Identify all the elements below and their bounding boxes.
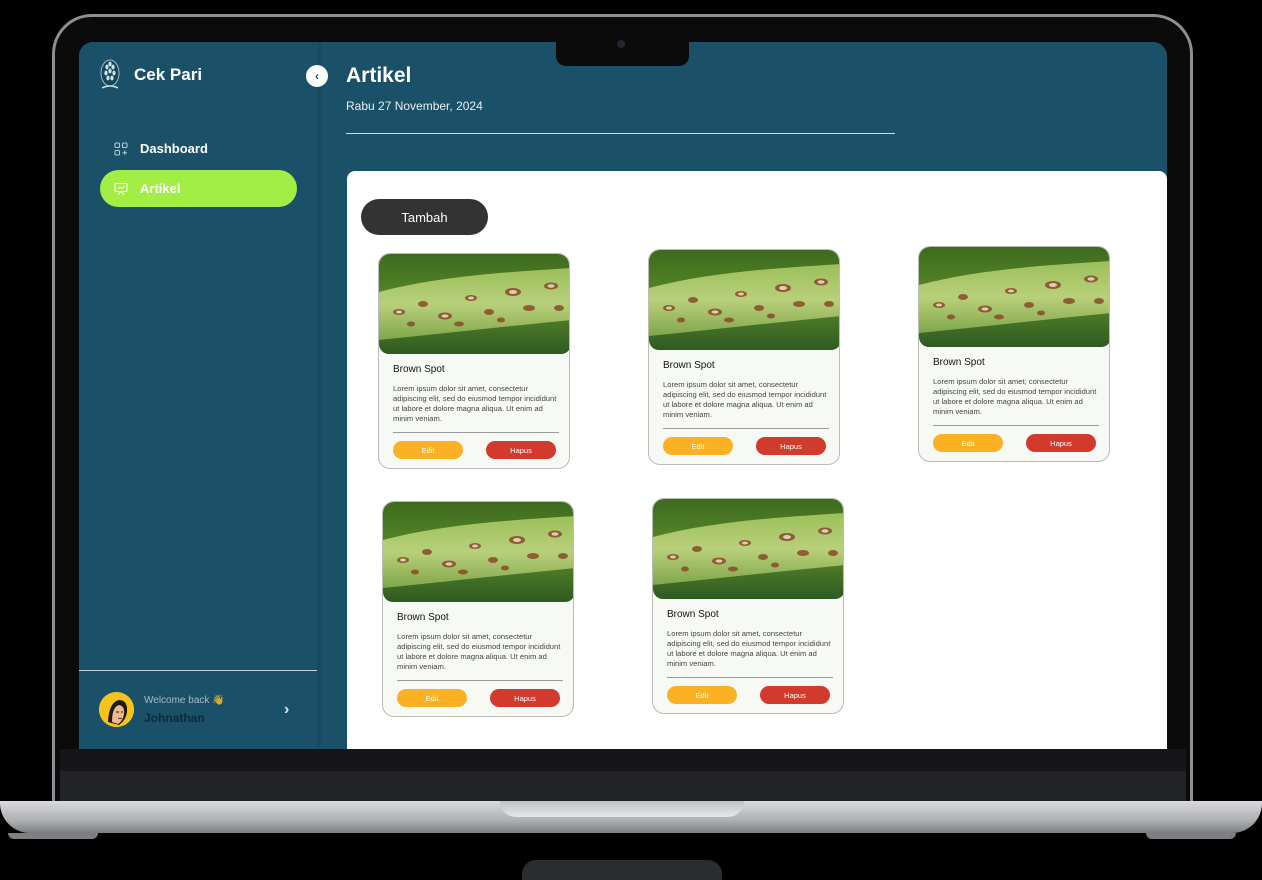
user-avatar-icon [99,692,134,727]
card-description: Lorem ipsum dolor sit amet, consectetur … [663,380,827,419]
presentation-icon [114,182,128,195]
header-divider [346,133,895,134]
edit-button[interactable]: Edit [397,689,467,707]
sidebar-nav: Dashboard Artikel [100,130,297,210]
sidebar-divider [79,670,317,671]
card-description: Lorem ipsum dolor sit amet, consectetur … [667,629,831,668]
collapse-sidebar-button[interactable]: ‹ [306,65,328,87]
delete-button[interactable]: Hapus [1026,434,1096,452]
card-title: Brown Spot [397,612,449,623]
laptop-foot-left [8,833,98,839]
laptop-chin [60,749,1186,771]
grid-plus-icon [114,141,128,156]
card-divider [393,432,559,433]
card-description: Lorem ipsum dolor sit amet, consectetur … [933,377,1097,416]
app-screen: Cek Pari Dashboard Artikel Welcome back … [79,42,1167,749]
delete-button[interactable]: Hapus [490,689,560,707]
camera-icon [617,40,625,48]
sidebar-item-label: Artikel [140,181,181,196]
card-title: Brown Spot [393,364,445,375]
card-title: Brown Spot [663,360,715,371]
brown-spot-leaf-image [649,250,840,350]
card-title: Brown Spot [933,357,985,368]
brand[interactable]: Cek Pari [99,58,202,92]
article-card[interactable]: Brown Spot Lorem ipsum dolor sit amet, c… [382,501,574,717]
edit-button[interactable]: Edit [393,441,463,459]
laptop-foot-right [1146,833,1236,839]
sidebar-item-label: Dashboard [140,141,208,156]
card-divider [667,677,833,678]
user-text: Welcome back 👋 Johnathan [144,695,225,725]
add-article-button[interactable]: Tambah [361,199,488,235]
delete-button[interactable]: Hapus [760,686,830,704]
article-card[interactable]: Brown Spot Lorem ipsum dolor sit amet, c… [652,498,844,714]
welcome-text: Welcome back 👋 [144,694,225,706]
card-divider [397,680,563,681]
sidebar-edge [317,42,321,749]
delete-button[interactable]: Hapus [486,441,556,459]
sidebar-item-artikel[interactable]: Artikel [100,170,297,207]
edit-button[interactable]: Edit [663,437,733,455]
card-description: Lorem ipsum dolor sit amet, consectetur … [397,632,561,671]
laptop-lid-notch [500,801,744,817]
brown-spot-leaf-image [919,247,1110,347]
chevron-left-icon: ‹ [315,69,319,83]
card-description: Lorem ipsum dolor sit amet, consectetur … [393,384,557,423]
sidebar-item-dashboard[interactable]: Dashboard [100,130,297,167]
page-title: Artikel [346,64,412,87]
brown-spot-leaf-image [379,254,570,354]
rice-grain-logo-icon [100,59,120,89]
user-profile[interactable]: Welcome back 👋 Johnathan [99,692,225,727]
card-divider [663,428,829,429]
page-date: Rabu 27 November, 2024 [346,99,483,113]
article-card[interactable]: Brown Spot Lorem ipsum dolor sit amet, c… [918,246,1110,462]
article-card[interactable]: Brown Spot Lorem ipsum dolor sit amet, c… [378,253,570,469]
laptop-hinge [60,771,1186,801]
app-name: Cek Pari [134,65,203,84]
article-card[interactable]: Brown Spot Lorem ipsum dolor sit amet, c… [648,249,840,465]
delete-button[interactable]: Hapus [756,437,826,455]
edit-button[interactable]: Edit [667,686,737,704]
chevron-right-icon[interactable]: › [284,701,289,719]
laptop-stand [522,860,722,880]
brown-spot-leaf-image [653,499,844,599]
article-panel: Tambah Brown Spot Lorem ipsum dolor sit … [347,171,1167,749]
user-name: Johnathan [144,710,205,725]
brown-spot-leaf-image [383,502,574,602]
avatar [99,692,134,727]
card-title: Brown Spot [667,609,719,620]
edit-button[interactable]: Edit [933,434,1003,452]
card-divider [933,425,1099,426]
sidebar: Cek Pari Dashboard Artikel Welcome back … [79,42,317,749]
